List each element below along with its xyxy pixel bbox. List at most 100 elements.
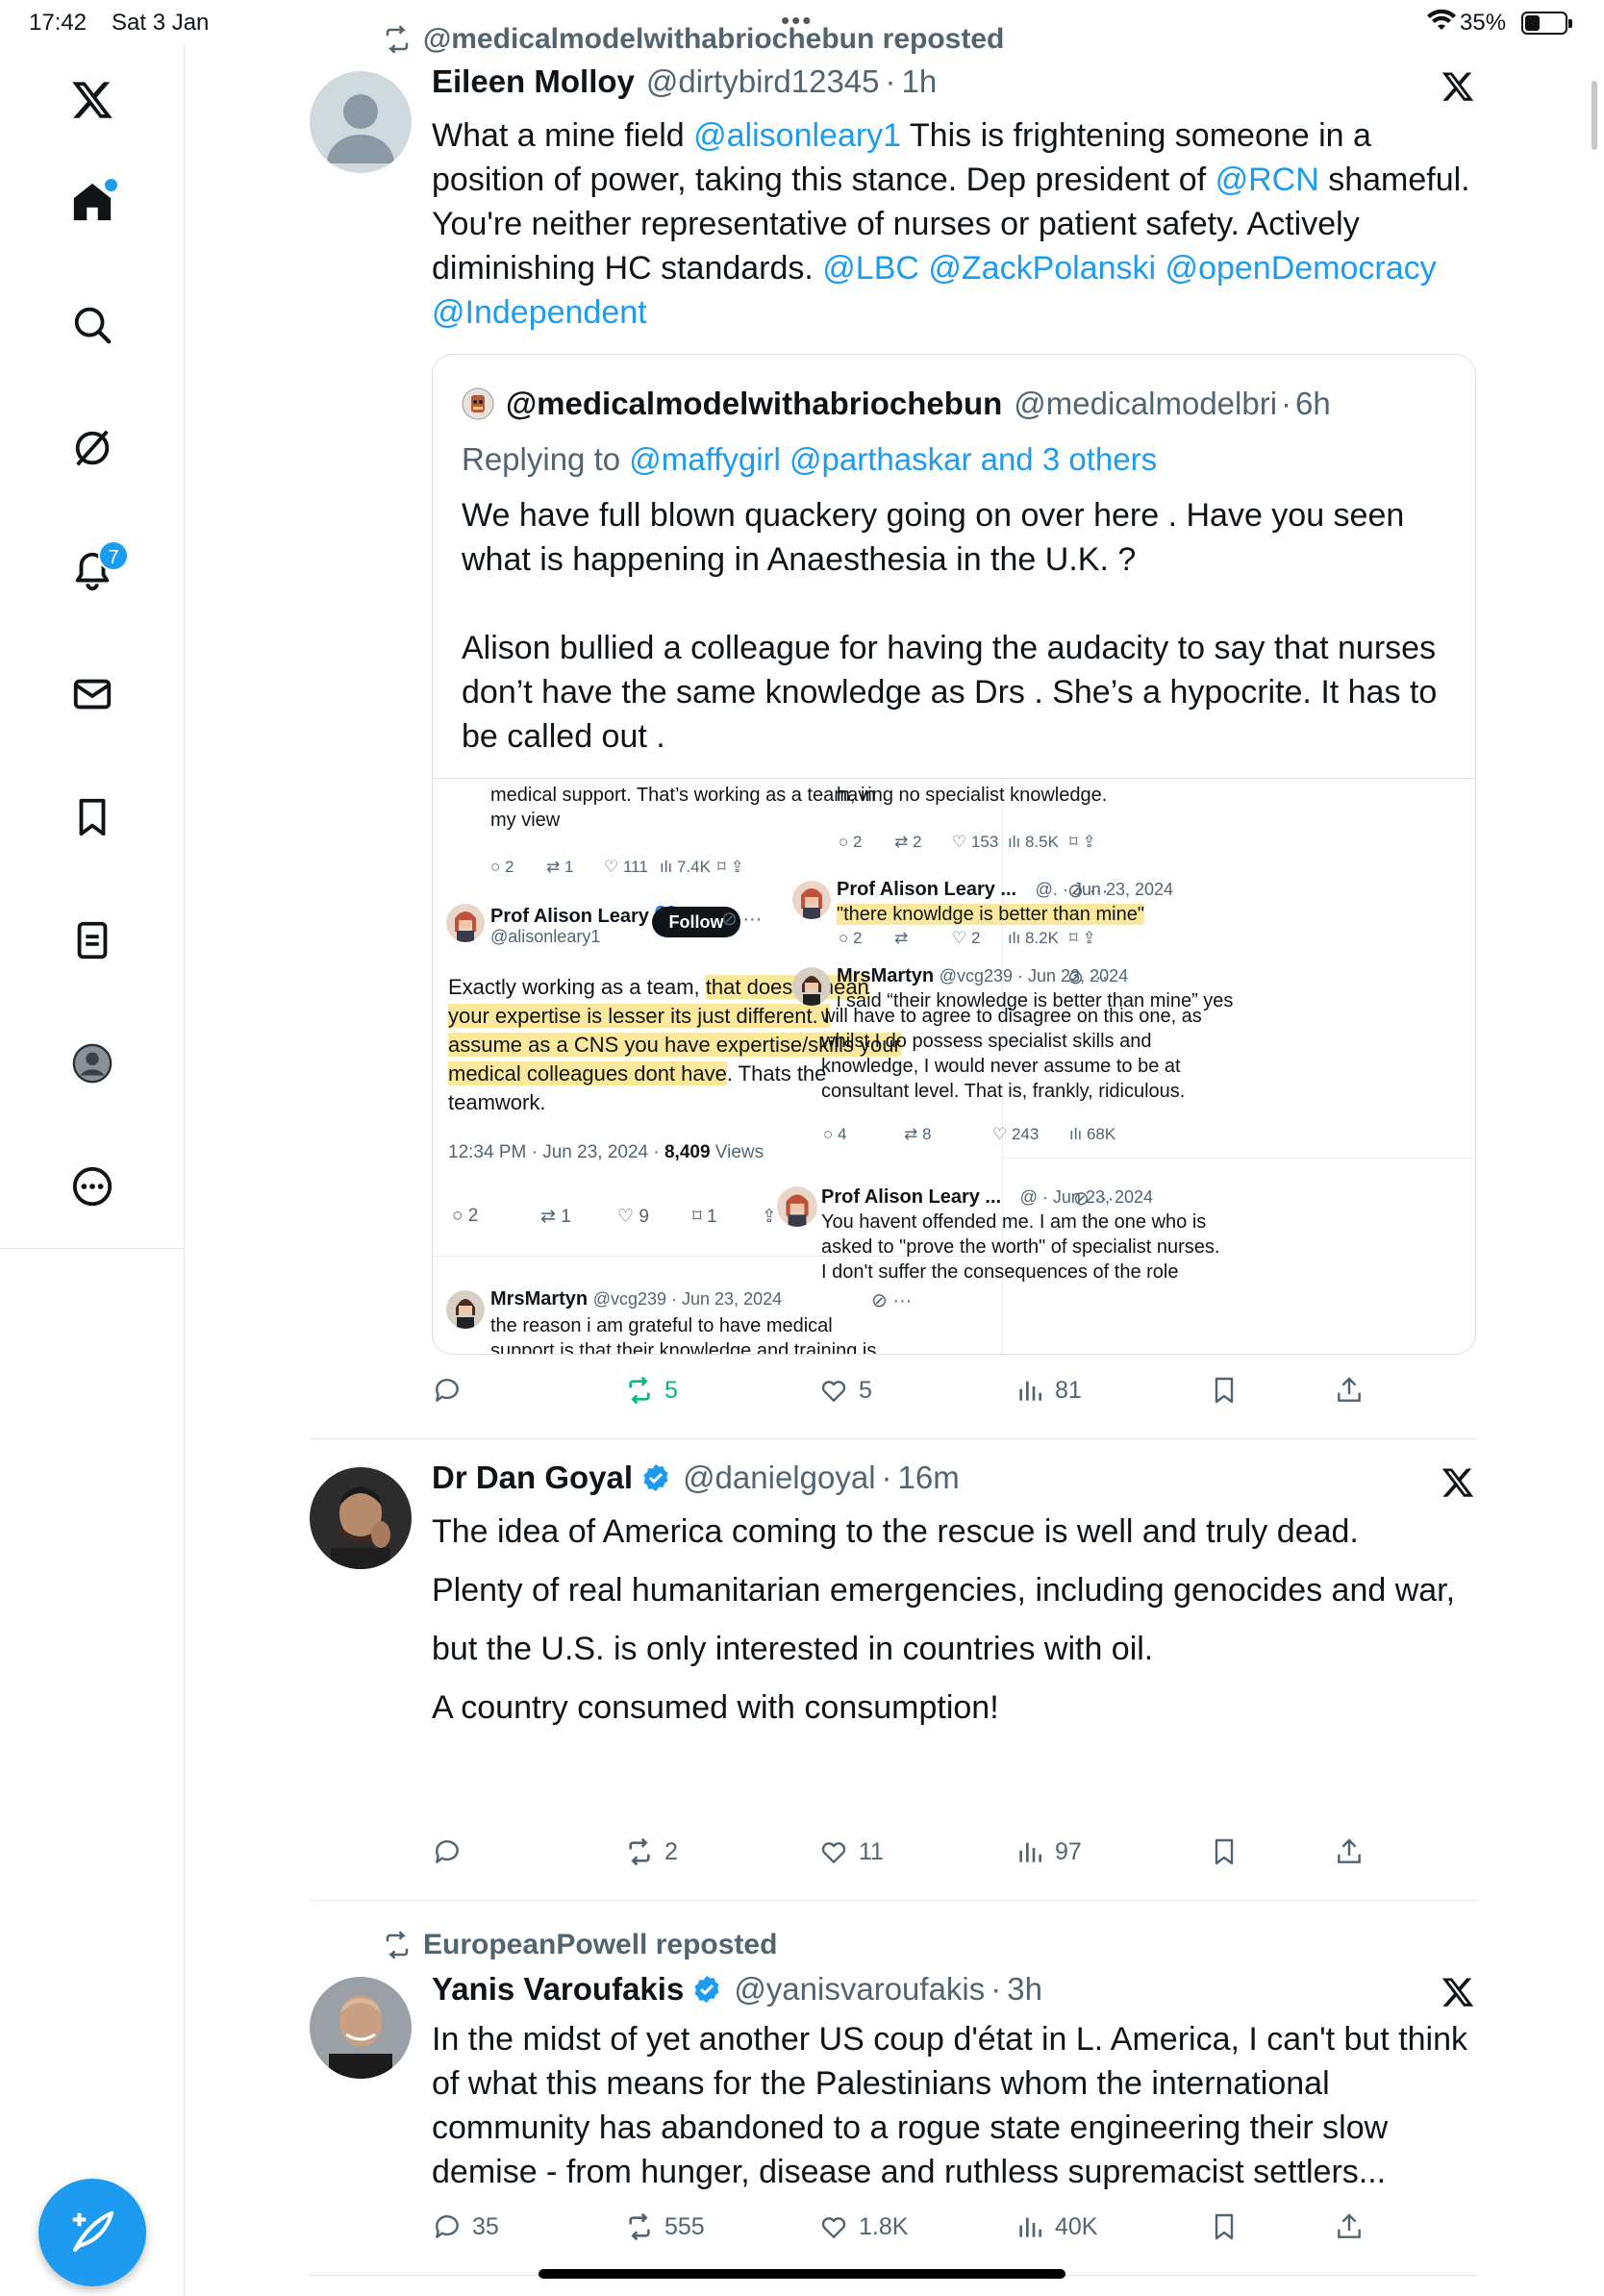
heart-icon bbox=[821, 1381, 846, 1402]
mention-link[interactable]: @Independent bbox=[432, 294, 647, 331]
views-button[interactable]: 81 bbox=[1015, 1375, 1082, 1406]
verified-badge-icon bbox=[694, 1976, 719, 2003]
img-left-text: my view bbox=[490, 810, 561, 831]
grok-icon[interactable] bbox=[63, 419, 121, 477]
share-button[interactable] bbox=[1334, 1375, 1374, 1406]
x-source-icon[interactable] bbox=[1441, 1975, 1475, 2009]
tweet-divider bbox=[310, 1900, 1477, 1901]
views-chart-icon bbox=[1019, 1842, 1041, 1862]
mention-link[interactable]: @LBC @ZackPolanski @openDemocracy bbox=[822, 250, 1436, 287]
tweet-actions: 5 5 81 bbox=[432, 1375, 1393, 1413]
tweet-text-line: don’t have the same knowledge as Drs . S… bbox=[462, 674, 1438, 711]
home-icon[interactable] bbox=[63, 173, 121, 231]
quote-header: @medicalmodelwithabriochebun @medicalmod… bbox=[462, 386, 1331, 422]
quote-author-name[interactable]: @medicalmodelwithabriochebun bbox=[506, 386, 1002, 422]
repost-button[interactable]: 555 bbox=[624, 2211, 705, 2242]
replying-to-handles[interactable]: @maffygirl @parthaskar and 3 others bbox=[629, 441, 1157, 477]
img-post-line: teamwork. bbox=[448, 1090, 546, 1114]
tweet-text-line: What a mine field @alisonleary1 This is … bbox=[432, 117, 1371, 154]
avatar-yanis-varoufakis[interactable] bbox=[310, 1977, 412, 2079]
img-right-text: whilst I do possess specialist skills an… bbox=[821, 1031, 1152, 1052]
tweet-text-line: We have full blown quackery going on ove… bbox=[462, 497, 1405, 534]
like-button[interactable]: 11 bbox=[818, 1836, 884, 1867]
search-icon[interactable] bbox=[63, 296, 121, 354]
reply-button[interactable] bbox=[432, 1836, 472, 1867]
repost-by-label: EuropeanPowell reposted bbox=[423, 1929, 778, 1960]
avatar-eileen-molloy[interactable] bbox=[310, 71, 412, 173]
views-button[interactable]: 40K bbox=[1015, 2211, 1097, 2242]
tweet-text-line: In the midst of yet another US coup d'ét… bbox=[432, 2021, 1468, 2058]
author-name[interactable]: Dr Dan Goyal bbox=[432, 1460, 633, 1496]
tweet-divider bbox=[310, 1438, 1477, 1439]
author-name[interactable]: Yanis Varoufakis bbox=[432, 1971, 684, 2008]
share-icon bbox=[1338, 1377, 1361, 1402]
tweet-actions: 35 555 1.8K 40K bbox=[432, 2211, 1393, 2250]
messages-envelope-icon[interactable] bbox=[63, 665, 121, 723]
more-options-icon[interactable] bbox=[63, 1158, 121, 1215]
quote-image[interactable]: medical support. That’s working as a tea… bbox=[433, 778, 1475, 1354]
tweet-text-line: Alison bullied a colleague for having th… bbox=[462, 630, 1437, 666]
author-handle[interactable]: @danielgoyal bbox=[683, 1460, 875, 1496]
tweet-header: Eileen Molloy @dirtybird12345 · 1h bbox=[432, 63, 938, 100]
bookmark-button[interactable] bbox=[1209, 1375, 1249, 1406]
mention-link[interactable]: @RCN bbox=[1216, 162, 1319, 198]
bookmarks-icon[interactable] bbox=[63, 788, 121, 846]
scrollbar[interactable] bbox=[1591, 81, 1597, 150]
repost-button[interactable]: 5 bbox=[624, 1375, 678, 1406]
tweet-text-line: diminishing HC standards. @LBC @ZackPola… bbox=[432, 250, 1437, 287]
compose-post-button[interactable] bbox=[38, 2179, 146, 2286]
tweet-text-line: demise - from hunger, disease and ruthle… bbox=[432, 2154, 1387, 2190]
img-right-text: having no specialist knowledge. bbox=[837, 785, 1108, 806]
img-reply-text: the reason i am grateful to have medical bbox=[490, 1315, 833, 1336]
repost-indicator[interactable]: EuropeanPowell reposted bbox=[383, 1929, 777, 1961]
mention-link[interactable]: @alisonleary1 bbox=[693, 117, 901, 154]
share-button[interactable] bbox=[1334, 2211, 1374, 2242]
img-right-text: You havent offended me. I am the one who… bbox=[821, 1211, 1207, 1233]
quoted-tweet[interactable]: @medicalmodelwithabriochebun @medicalmod… bbox=[432, 354, 1476, 1355]
repost-indicator[interactable]: @medicalmodelwithabriochebun reposted bbox=[383, 23, 1004, 56]
img-avatar-alison bbox=[446, 904, 485, 942]
tweet-text-line: The idea of America coming to the rescue… bbox=[432, 1513, 1359, 1550]
img-post-line: your expertise is lesser its just differ… bbox=[448, 1004, 830, 1028]
author-handle[interactable]: @yanisvaroufakis bbox=[734, 1971, 985, 2008]
bookmark-button[interactable] bbox=[1209, 1836, 1249, 1867]
like-button[interactable]: 5 bbox=[818, 1375, 872, 1406]
share-icon bbox=[1338, 1838, 1361, 1863]
tweet-header: Dr Dan Goyal @danielgoyal · 16m bbox=[432, 1460, 960, 1496]
repost-icon bbox=[629, 1837, 650, 1866]
reply-button[interactable]: 35 bbox=[432, 2211, 499, 2242]
battery-percent: 35% bbox=[1460, 10, 1507, 36]
post-time[interactable]: 1h bbox=[902, 63, 938, 100]
lists-icon[interactable] bbox=[63, 911, 121, 969]
img-right-text: will have to agree to disagree on this o… bbox=[821, 1006, 1202, 1027]
x-logo-icon[interactable] bbox=[63, 71, 121, 129]
profile-avatar-icon[interactable] bbox=[63, 1035, 121, 1092]
share-button[interactable] bbox=[1334, 1836, 1374, 1867]
tweet-text: What a mine field @alisonleary1 This is … bbox=[432, 113, 1480, 335]
avatar-dan-goyal[interactable] bbox=[310, 1467, 412, 1569]
x-source-icon[interactable] bbox=[1441, 1465, 1475, 1500]
views-button[interactable]: 97 bbox=[1015, 1836, 1082, 1867]
reply-button[interactable] bbox=[432, 1375, 472, 1406]
tweet-text: In the midst of yet another US coup d'ét… bbox=[432, 2017, 1480, 2194]
img-right-quote-1: "there knowldge is better than mine" bbox=[837, 904, 1144, 925]
verified-badge-icon bbox=[643, 1464, 668, 1491]
tweet-text-line: be called out . bbox=[462, 718, 665, 755]
post-time[interactable]: 3h bbox=[1007, 1971, 1042, 2008]
tweet-text-line: position of power, taking this stance. D… bbox=[432, 162, 1470, 198]
like-button[interactable]: 1.8K bbox=[818, 2211, 908, 2242]
quote-text: We have full blown quackery going on ove… bbox=[462, 493, 1462, 759]
author-name[interactable]: Eileen Molloy bbox=[432, 63, 635, 100]
home-indicator[interactable] bbox=[539, 2269, 1065, 2279]
bookmark-icon bbox=[1215, 2213, 1234, 2240]
x-source-icon[interactable] bbox=[1441, 69, 1475, 104]
quote-author-handle[interactable]: @medicalmodelbri bbox=[1014, 386, 1277, 422]
repost-button[interactable]: 2 bbox=[624, 1836, 678, 1867]
tweet-text-line bbox=[462, 582, 1462, 626]
share-icon bbox=[1338, 2213, 1361, 2238]
author-handle[interactable]: @dirtybird12345 bbox=[646, 63, 880, 100]
bookmark-button[interactable] bbox=[1209, 2211, 1249, 2242]
tweet-text-line: what is happening in Anaesthesia in the … bbox=[462, 541, 1137, 578]
post-time[interactable]: 16m bbox=[898, 1460, 960, 1496]
notifications-bell-icon[interactable]: 7 bbox=[63, 540, 129, 600]
